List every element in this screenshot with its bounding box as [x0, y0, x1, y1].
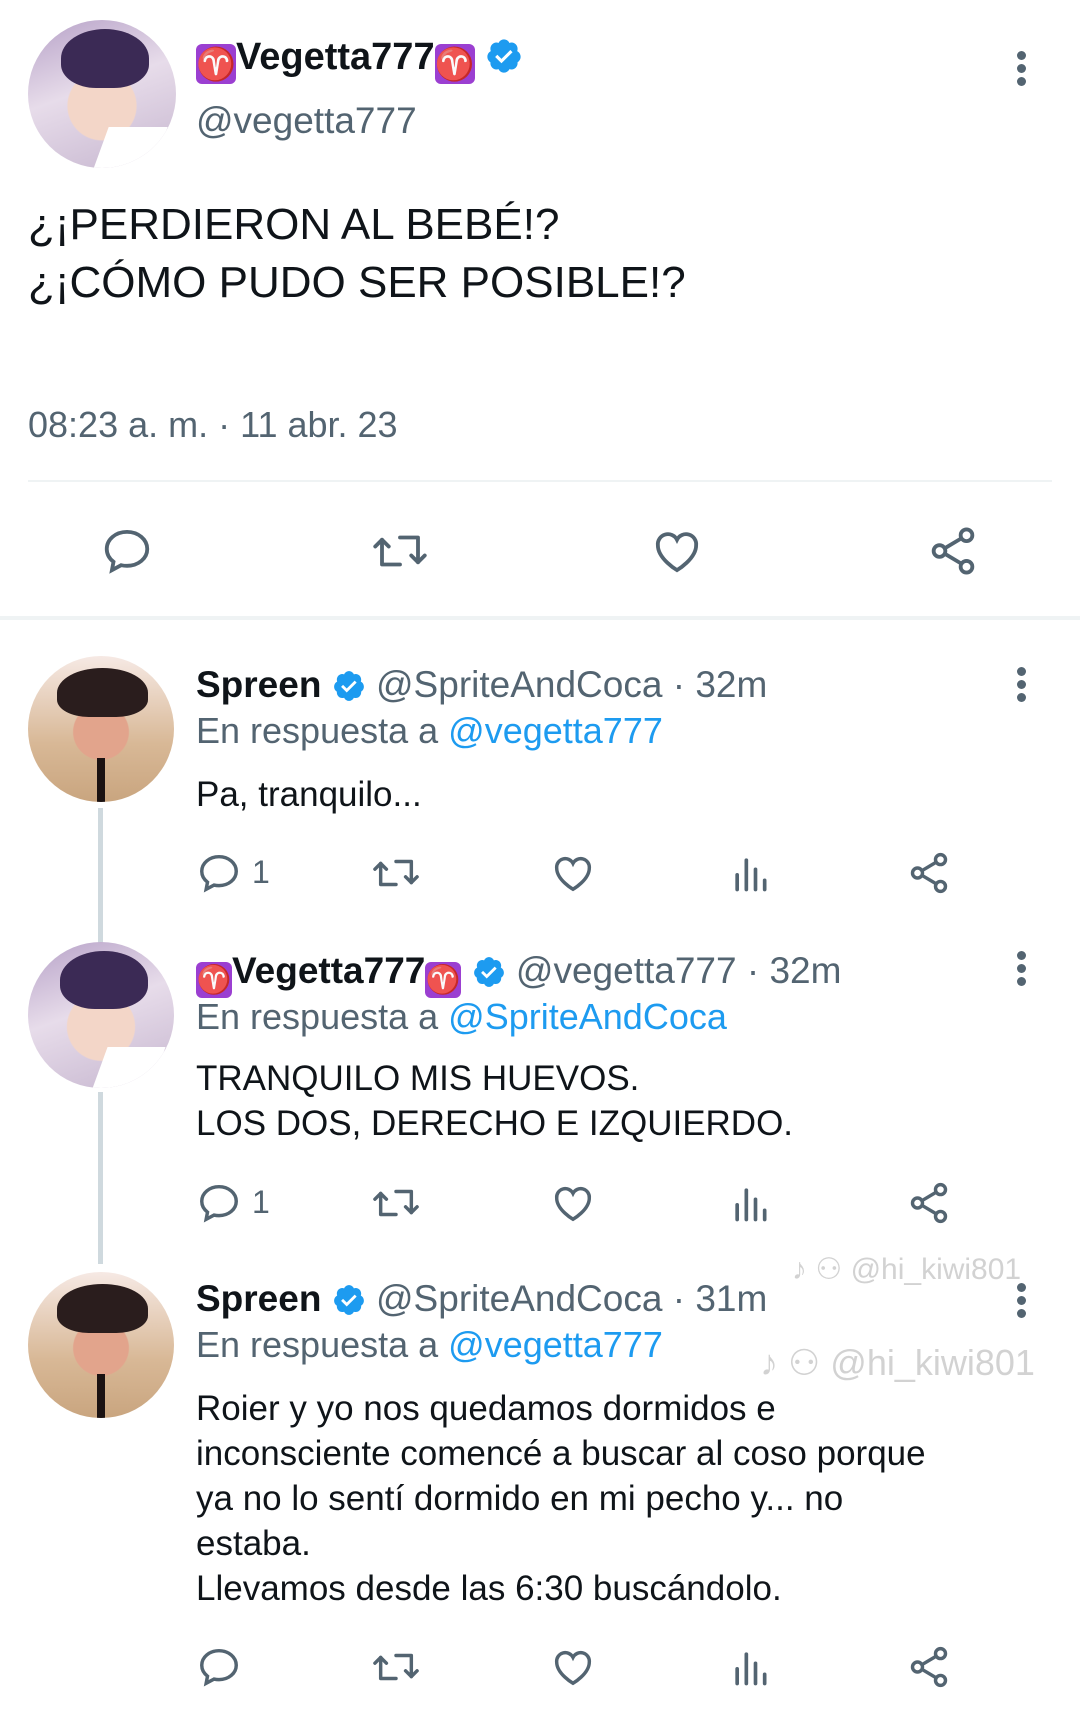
avatar[interactable]	[28, 942, 174, 1088]
thread-line	[98, 808, 103, 944]
main-tweet: ♈Vegetta777♈ @vegetta777 ¿¡PERDIERON AL …	[0, 0, 1080, 610]
aries-icon: ♈	[425, 962, 462, 998]
author-name[interactable]: Spreen	[196, 664, 321, 705]
author-name[interactable]: Vegetta777	[232, 950, 425, 991]
reply-context: En respuesta a @vegetta777	[196, 1324, 663, 1365]
verified-badge-icon	[333, 1285, 364, 1315]
retweet-icon[interactable]	[370, 1644, 422, 1690]
analytics-icon[interactable]	[728, 1180, 772, 1226]
analytics-icon[interactable]	[728, 850, 772, 896]
tweet-time[interactable]: · 32m	[673, 664, 768, 705]
like-icon[interactable]	[650, 524, 704, 578]
watermark: ♪ ⚇ @hi_kiwi801	[760, 1342, 1035, 1383]
author-handle[interactable]: @vegetta777	[516, 950, 737, 991]
avatar[interactable]	[28, 20, 176, 168]
tweet-text: ¿¡PERDIERON AL BEBÉ!? ¿¡CÓMO PUDO SER PO…	[28, 200, 686, 307]
reply-count: 1	[252, 854, 270, 890]
share-icon[interactable]	[906, 850, 952, 896]
aries-icon: ♈	[434, 44, 475, 84]
author-name[interactable]: ♈Vegetta777♈	[196, 36, 523, 84]
thread-line	[98, 1092, 103, 1264]
more-options-icon[interactable]	[1011, 664, 1031, 704]
avatar[interactable]	[28, 1272, 174, 1418]
share-icon[interactable]	[926, 524, 980, 578]
tweet-text: Pa, tranquilo...	[196, 775, 422, 814]
author-handle[interactable]: @vegetta777	[196, 100, 417, 142]
reply-to-link[interactable]: @SpriteAndCoca	[448, 996, 727, 1037]
retweet-icon[interactable]	[370, 1180, 422, 1226]
more-options-icon[interactable]	[1011, 48, 1031, 88]
like-icon[interactable]	[550, 1180, 596, 1226]
divider	[28, 480, 1052, 482]
tweet-time[interactable]: · 32m	[747, 950, 842, 991]
reply-icon[interactable]	[100, 524, 154, 578]
watermark: ♪ ⚇ @hi_kiwi801	[792, 1253, 1022, 1286]
share-icon[interactable]	[906, 1180, 952, 1226]
tweet-time[interactable]: · 31m	[673, 1278, 768, 1319]
reply-context: En respuesta a @SpriteAndCoca	[196, 996, 727, 1037]
analytics-icon[interactable]	[728, 1644, 772, 1690]
reply-icon[interactable]	[196, 1644, 242, 1690]
verified-badge-icon	[487, 39, 521, 73]
retweet-icon[interactable]	[370, 850, 422, 896]
section-divider	[0, 616, 1080, 620]
author-handle[interactable]: @SpriteAndCoca	[376, 1278, 662, 1319]
reply-count: 1	[252, 1184, 270, 1220]
reply-to-link[interactable]: @vegetta777	[448, 1324, 663, 1365]
author-name[interactable]: Spreen	[196, 1278, 321, 1319]
share-icon[interactable]	[906, 1644, 952, 1690]
aries-icon: ♈	[196, 962, 232, 998]
reply-context: En respuesta a @vegetta777	[196, 710, 663, 751]
aries-icon: ♈	[196, 44, 236, 84]
more-options-icon[interactable]	[1011, 948, 1031, 988]
like-icon[interactable]	[550, 1644, 596, 1690]
retweet-icon[interactable]	[370, 524, 430, 578]
like-icon[interactable]	[550, 850, 596, 896]
tweet-timestamp[interactable]: 08:23 a. m. · 11 abr. 23	[28, 404, 398, 446]
reply-icon[interactable]	[196, 1180, 242, 1226]
verified-badge-icon	[333, 671, 364, 701]
avatar[interactable]	[28, 656, 174, 802]
verified-badge-icon	[473, 957, 504, 987]
tweet-text: Roier y yo nos quedamos dormidos e incon…	[196, 1389, 926, 1608]
tweet-text: TRANQUILO MIS HUEVOS. LOS DOS, DERECHO E…	[196, 1059, 794, 1143]
reply-to-link[interactable]: @vegetta777	[448, 710, 663, 751]
reply-icon[interactable]	[196, 850, 242, 896]
author-handle[interactable]: @SpriteAndCoca	[376, 664, 662, 705]
